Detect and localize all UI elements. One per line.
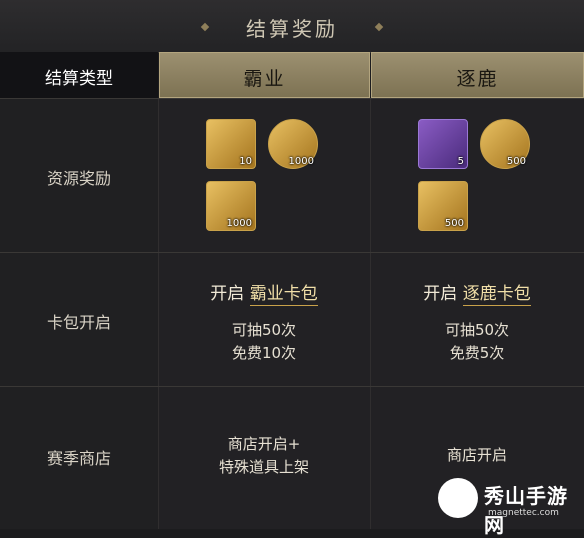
mooncake-icon[interactable]: 500 — [480, 119, 530, 169]
draws-text: 可抽50次 — [231, 321, 297, 339]
item-qty: 5 — [457, 156, 464, 167]
open-word: 开启 — [210, 284, 245, 304]
table-row-card-pack: 卡包开启 开启 霸业卡包 可抽50次 免费10次 开启 逐鹿卡包 可抽50次 免… — [0, 252, 584, 387]
item-qty: 1000 — [288, 156, 314, 167]
purple-token-icon[interactable]: 5 — [418, 119, 468, 169]
free-draws-text: 免费5次 — [449, 344, 505, 362]
header-type-cell: 结算类型 — [0, 52, 158, 99]
open-pack-line: 开启 逐鹿卡包 — [370, 283, 584, 306]
shop-label-cell: 赛季商店 — [0, 387, 159, 529]
shop-col1-cell: 商店开启+ 特殊道具上架 — [158, 387, 371, 529]
header-col-bayie: 霸业 — [159, 52, 370, 98]
mooncake-icon[interactable]: 1000 — [268, 119, 318, 169]
shop-label: 赛季商店 — [46, 449, 111, 468]
item-qty: 500 — [444, 218, 464, 229]
free-draws-text: 免费10次 — [231, 344, 297, 362]
open-word: 开启 — [423, 284, 458, 304]
card-pack-label-cell: 卡包开启 — [0, 253, 159, 387]
gold-coin-icon[interactable]: 500 — [418, 181, 468, 231]
table-row-resources: 资源奖励 10 1000 1000 5 500 500 — [0, 98, 584, 253]
item-qty: 500 — [506, 156, 526, 167]
item-qty: 1000 — [226, 218, 252, 229]
page-title: 结算奖励 — [246, 17, 338, 41]
rewards-table: 结算类型 霸业 逐鹿 资源奖励 10 1000 1000 5 500 500 卡… — [0, 52, 584, 529]
site-watermark: 秀山手游网 magnettec.com — [438, 472, 584, 537]
resources-label: 资源奖励 — [46, 169, 111, 188]
zhulu-pack-link[interactable]: 逐鹿卡包 — [462, 284, 531, 306]
card-pack-label: 卡包开启 — [46, 313, 111, 332]
open-pack-line: 开启 霸业卡包 — [158, 283, 370, 306]
resources-col2-cell: 5 500 500 — [370, 99, 584, 253]
resources-col1-cell: 10 1000 1000 — [158, 99, 371, 253]
watermark-subtext: magnettec.com — [488, 508, 559, 518]
header-col-zhulu: 逐鹿 — [371, 52, 584, 98]
title-bar: 结算奖励 — [0, 0, 584, 53]
header-col2-label: 逐鹿 — [456, 68, 499, 90]
watermark-logo-icon — [438, 478, 478, 518]
bronze-token-icon[interactable]: 10 — [206, 119, 256, 169]
gold-coin-icon[interactable]: 1000 — [206, 181, 256, 231]
header-type-label: 结算类型 — [45, 69, 113, 89]
shop-open-text: 商店开启+ — [227, 435, 301, 453]
draws-text: 可抽50次 — [444, 321, 510, 339]
resources-label-cell: 资源奖励 — [0, 99, 159, 253]
shop-open-text: 商店开启 — [446, 446, 507, 464]
card-pack-col1-cell: 开启 霸业卡包 可抽50次 免费10次 — [158, 253, 371, 387]
header-col1-label: 霸业 — [243, 68, 286, 90]
card-pack-col2-cell: 开启 逐鹿卡包 可抽50次 免费5次 — [370, 253, 584, 387]
item-qty: 10 — [239, 156, 252, 167]
special-items-text: 特殊道具上架 — [218, 458, 309, 476]
bayie-pack-link[interactable]: 霸业卡包 — [249, 284, 318, 306]
